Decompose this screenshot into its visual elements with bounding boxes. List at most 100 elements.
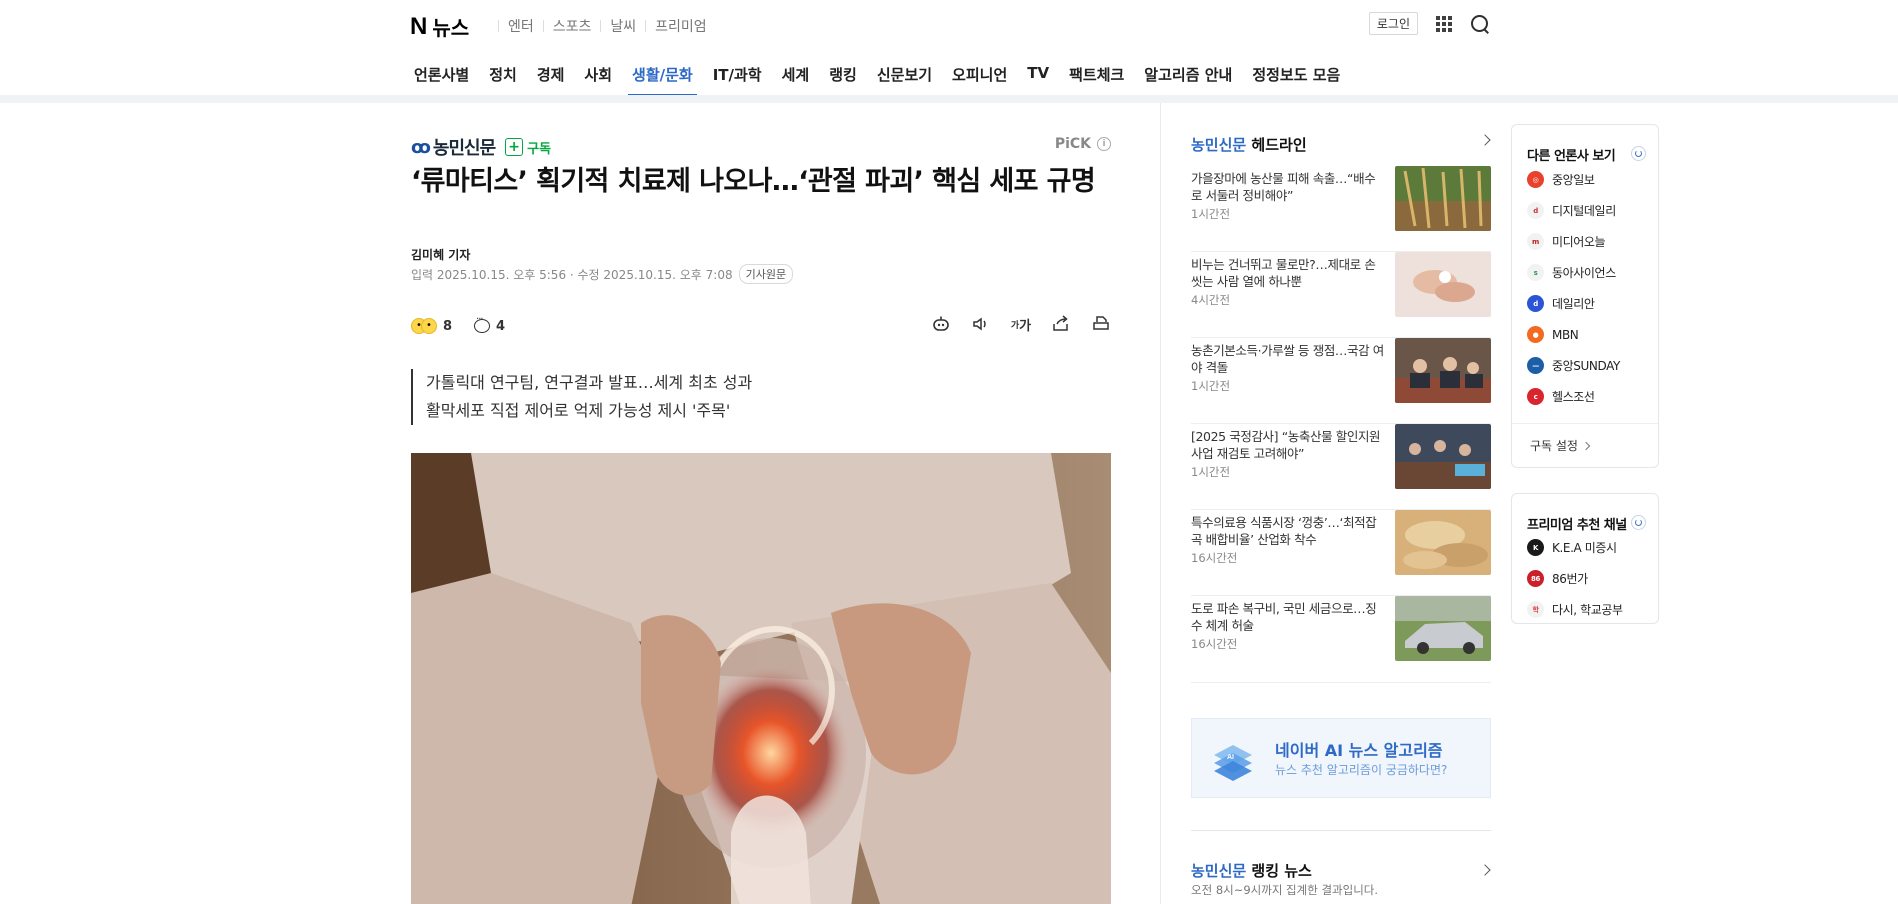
article-dates: 입력 2025.10.15. 오후 5:56 · 수정 2025.10.15. … <box>411 264 794 284</box>
press-mark-icon: ꝏ <box>411 136 431 158</box>
headline-item-time: 16시간전 <box>1191 637 1238 651</box>
headline-item[interactable]: 특수의료용 식품시장 ‘껑충’…‘최적잡곡 배합비율’ 산업화 착수 16시간전 <box>1191 510 1491 596</box>
article-photo[interactable] <box>411 453 1111 904</box>
headline-item[interactable]: 농촌기본소득·가루쌀 등 쟁점…국감 여야 격돌 1시간전 <box>1191 338 1491 424</box>
menu-item-ranking[interactable]: 랭킹 <box>825 60 861 95</box>
menu-item-world[interactable]: 세계 <box>778 60 814 95</box>
ranking-subtitle: 오전 8시~9시까지 집계한 결과입니다. <box>1191 883 1379 897</box>
pick-label: PiCK <box>1054 136 1091 152</box>
headline-item-time: 16시간전 <box>1191 551 1238 565</box>
subscription-settings-link[interactable]: 구독 설정 <box>1530 437 1591 454</box>
service-link-premium[interactable]: 프리미엄 <box>655 16 707 36</box>
headline-item-title[interactable]: 비누는 건너뛰고 물로만?…제대로 손 씻는 사람 열에 하나뿐 <box>1191 256 1386 290</box>
headline-item-title[interactable]: [2025 국정감사] “농축산물 할인지원 사업 재검토 고려해야” <box>1191 428 1386 462</box>
menu-item-press[interactable]: 언론사별 <box>410 60 473 95</box>
ranking-section-title[interactable]: 농민신문 랭킹 뉴스 <box>1191 860 1312 881</box>
press-logo-icon: c <box>1527 388 1544 405</box>
refresh-icon[interactable] <box>1631 146 1646 161</box>
reaction-count[interactable]: 8 <box>443 319 452 334</box>
headline-item[interactable]: [2025 국정감사] “농축산물 할인지원 사업 재검토 고려해야” 1시간전 <box>1191 424 1491 510</box>
press-logo-icon: — <box>1527 357 1544 374</box>
press-link-healthchosun[interactable]: c 헬스조선 <box>1527 388 1595 405</box>
menu-item-it-science[interactable]: IT/과학 <box>709 60 766 95</box>
original-article-button[interactable]: 기사원문 <box>738 264 794 284</box>
subscribe-button[interactable]: + 구독 <box>505 138 551 157</box>
menu-item-life-culture[interactable]: 생활/문화 <box>628 60 697 96</box>
headline-item[interactable]: 도로 파손 복구비, 국민 세금으로…징수 체계 허술 16시간전 <box>1191 596 1491 682</box>
ai-banner-subtitle: 뉴스 추천 알고리즘이 궁금하다면? <box>1275 763 1448 777</box>
search-icon[interactable] <box>1470 14 1490 34</box>
menu-item-algorithm[interactable]: 알고리즘 안내 <box>1140 60 1236 95</box>
menu-item-politics[interactable]: 정치 <box>485 60 521 95</box>
press-link-label: 중앙일보 <box>1552 173 1595 187</box>
menu-item-economy[interactable]: 경제 <box>533 60 569 95</box>
headline-press-name: 농민신문 <box>1191 136 1247 154</box>
headline-section-title[interactable]: 농민신문 헤드라인 <box>1191 134 1307 155</box>
login-button[interactable]: 로그인 <box>1368 12 1418 35</box>
press-link-dailian[interactable]: d 데일리안 <box>1527 295 1595 312</box>
ai-algorithm-banner[interactable]: AI 네이버 AI 뉴스 알고리즘 뉴스 추천 알고리즘이 궁금하다면? <box>1191 718 1491 798</box>
menu-item-society[interactable]: 사회 <box>580 60 616 95</box>
reporter-name[interactable]: 김미혜 기자 <box>411 246 470 263</box>
reaction-emoji-icon[interactable]: • • <box>411 318 437 334</box>
headline-item-time: 1시간전 <box>1191 379 1231 393</box>
article-summary: 가톨릭대 연구팀, 연구결과 발표…세계 최초 성과 활막세포 직접 제어로 억… <box>411 369 752 425</box>
service-link-weather[interactable]: 날씨 <box>610 16 636 36</box>
summary-bot-icon[interactable] <box>931 314 951 334</box>
press-link-label: MBN <box>1552 327 1579 342</box>
service-link-entertain[interactable]: 엔터 <box>508 16 534 36</box>
headline-thumbnail[interactable] <box>1395 166 1491 231</box>
svg-text:AI: AI <box>1227 754 1234 761</box>
divider <box>498 20 499 32</box>
headline-thumbnail[interactable] <box>1395 338 1491 403</box>
font-size-icon[interactable]: 가가 <box>1011 314 1031 334</box>
press-link-dongascience[interactable]: s 동아사이언스 <box>1527 264 1616 281</box>
service-link-sports[interactable]: 스포츠 <box>553 16 592 36</box>
apps-grid-icon[interactable] <box>1436 15 1452 32</box>
headline-thumbnail[interactable] <box>1395 424 1491 489</box>
press-logo-icon: d <box>1527 202 1544 219</box>
headline-item[interactable]: 가을장마에 농산물 피해 속출…“배수로 서둘러 정비해야” 1시간전 <box>1191 166 1491 252</box>
subscribe-label: 구독 <box>527 141 552 157</box>
share-icon[interactable] <box>1051 314 1071 334</box>
reaction-toolbar: •• 8 4 가가 <box>411 314 1111 338</box>
premium-channel-school[interactable]: 학 다시, 학교공부 <box>1527 601 1623 618</box>
press-link-joongangsunday[interactable]: — 중앙SUNDAY <box>1527 357 1620 374</box>
press-logo-icon: ● <box>1527 326 1544 343</box>
naver-n-logo[interactable]: N <box>410 13 427 41</box>
news-logo-text[interactable]: 뉴스 <box>432 12 469 41</box>
press-logo[interactable]: ꝏ 농민신문 <box>411 134 496 160</box>
premium-channel-86[interactable]: 86 86번가 <box>1527 570 1588 587</box>
headline-item[interactable]: 비누는 건너뛰고 물로만?…제대로 손 씻는 사람 열에 하나뿐 4시간전 <box>1191 252 1491 338</box>
menu-item-newspaper[interactable]: 신문보기 <box>873 60 936 95</box>
headline-thumbnail[interactable] <box>1395 596 1491 661</box>
headline-item-title[interactable]: 농촌기본소득·가루쌀 등 쟁점…국감 여야 격돌 <box>1191 342 1386 376</box>
top-navigation: N 뉴스 엔터 스포츠 날씨 프리미엄 로그인 언론사별 정치 경제 사회 생활… <box>0 0 1898 97</box>
premium-channel-label: 86번가 <box>1552 572 1588 586</box>
print-icon[interactable] <box>1091 314 1111 334</box>
press-link-digitaldaily[interactable]: d 디지털데일리 <box>1527 202 1616 219</box>
ai-banner-title: 네이버 AI 뉴스 알고리즘 <box>1275 741 1443 760</box>
premium-channel-kea[interactable]: K K.E.A 미증시 <box>1527 539 1617 556</box>
menu-item-factcheck[interactable]: 팩트체크 <box>1065 60 1128 95</box>
headline-item-title[interactable]: 가을장마에 농산물 피해 속출…“배수로 서둘러 정비해야” <box>1191 170 1386 204</box>
press-link-joongang[interactable]: ◎ 중앙일보 <box>1527 171 1595 188</box>
press-link-mediatoday[interactable]: m 미디어오늘 <box>1527 233 1606 250</box>
header-shadow <box>0 95 1898 103</box>
menu-item-corrections[interactable]: 정정보도 모음 <box>1248 60 1344 95</box>
menu-item-tv[interactable]: TV <box>1023 60 1053 95</box>
comment-count[interactable]: 4 <box>496 319 505 334</box>
chevron-right-icon[interactable] <box>1479 134 1491 146</box>
naver-news-logo[interactable]: N 뉴스 <box>410 12 469 41</box>
chevron-right-icon[interactable] <box>1479 864 1491 876</box>
headline-item-title[interactable]: 도로 파손 복구비, 국민 세금으로…징수 체계 허술 <box>1191 600 1386 634</box>
info-icon[interactable]: i <box>1097 137 1111 151</box>
speaker-icon[interactable] <box>971 314 991 334</box>
headline-thumbnail[interactable] <box>1395 252 1491 317</box>
comment-icon[interactable] <box>474 314 491 333</box>
headline-thumbnail[interactable] <box>1395 510 1491 575</box>
refresh-icon[interactable] <box>1631 515 1646 530</box>
menu-item-opinion[interactable]: 오피니언 <box>948 60 1011 95</box>
headline-item-title[interactable]: 특수의료용 식품시장 ‘껑충’…‘최적잡곡 배합비율’ 산업화 착수 <box>1191 514 1386 548</box>
press-link-mbn[interactable]: ● MBN <box>1527 326 1579 343</box>
